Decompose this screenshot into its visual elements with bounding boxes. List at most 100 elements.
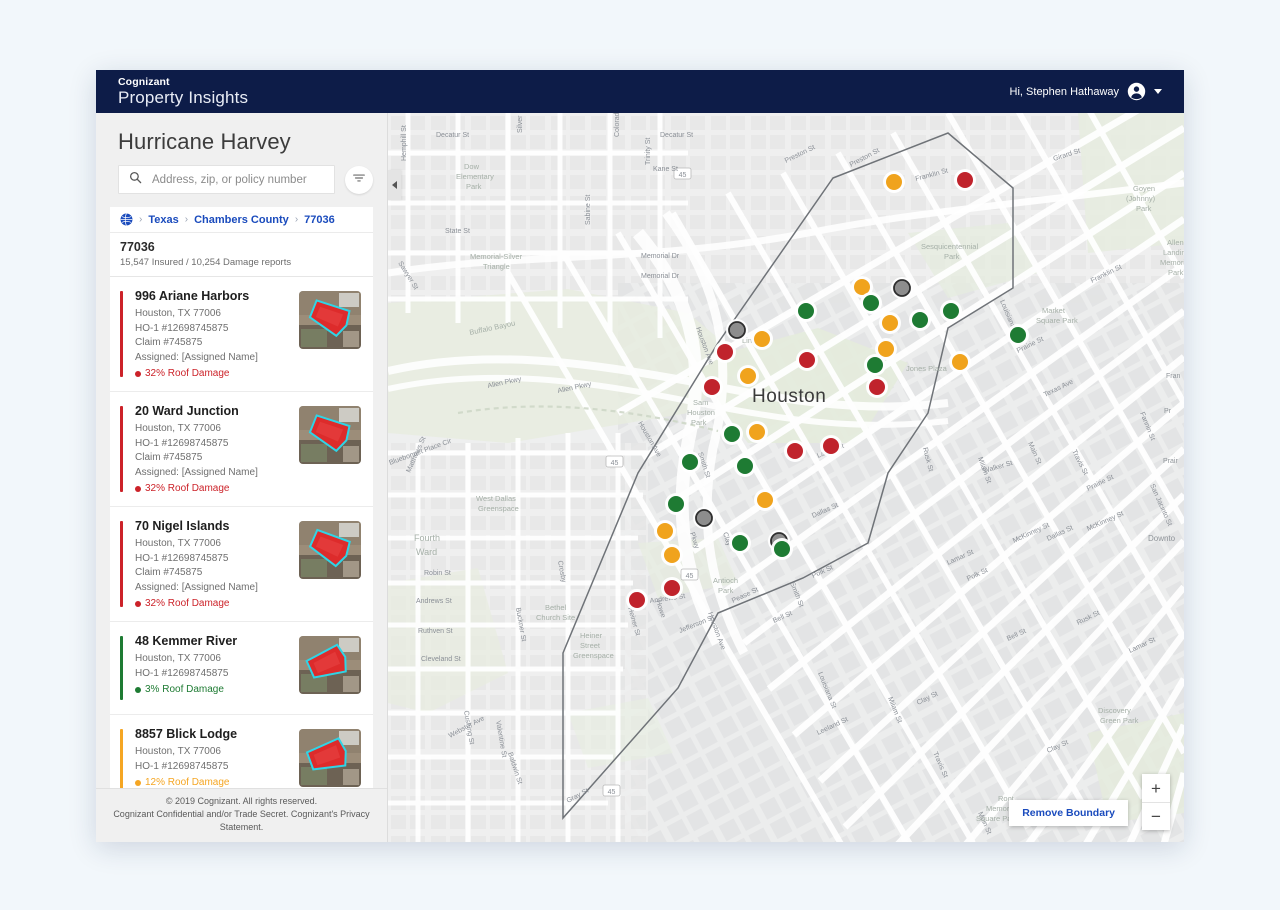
map-marker-red[interactable]	[866, 376, 888, 398]
property-card[interactable]: 996 Ariane Harbors Houston, TX 77006 HO-1 …	[110, 277, 373, 392]
filter-button[interactable]	[345, 165, 373, 194]
search-box[interactable]	[118, 165, 335, 194]
severity-dot-icon	[135, 370, 141, 377]
property-card[interactable]: 70 Nigel Islands Houston, TX 77006 HO-1 #1…	[110, 507, 373, 622]
property-assigned: Assigned: [Assigned Name]	[135, 466, 258, 478]
property-city: Houston, TX 77006	[135, 308, 221, 319]
svg-text:Sam: Sam	[693, 398, 708, 407]
map-marker-gray[interactable]	[693, 507, 715, 529]
svg-text:Downto: Downto	[1148, 534, 1176, 543]
severity-dot-icon	[135, 686, 141, 693]
map-pane[interactable]: 45 45 45 45 Hemphill St Decatur St Silve…	[388, 113, 1184, 842]
breadcrumb-item-state[interactable]: Texas	[148, 214, 178, 226]
severity-dot-icon	[135, 600, 141, 607]
svg-text:Memorial: Memorial	[1160, 258, 1184, 267]
severity-dot-icon	[135, 779, 141, 786]
map-marker-orange[interactable]	[654, 520, 676, 542]
breadcrumb-item-county[interactable]: Chambers County	[194, 214, 289, 226]
breadcrumb-item-zip[interactable]: 77036	[304, 214, 335, 226]
map-marker-green[interactable]	[909, 309, 931, 331]
map-marker-orange[interactable]	[875, 338, 897, 360]
map-marker-green[interactable]	[795, 300, 817, 322]
property-card-body: 48 Kemmer River Houston, TX 77006 HO-1 #12…	[135, 634, 299, 695]
svg-text:Park: Park	[1136, 204, 1152, 213]
svg-text:Triangle: Triangle	[483, 262, 510, 271]
map-marker-orange[interactable]	[737, 365, 759, 387]
svg-text:Allen: Allen	[1167, 238, 1184, 247]
sidebar-footer: © 2019 Cognizant. All rights reserved. C…	[96, 788, 387, 842]
map-marker-green[interactable]	[860, 292, 882, 314]
filter-icon	[352, 171, 366, 188]
map-marker-red[interactable]	[796, 349, 818, 371]
svg-text:Decatur St: Decatur St	[436, 132, 469, 139]
map-marker-green[interactable]	[734, 455, 756, 477]
svg-text:Goyen: Goyen	[1133, 184, 1155, 193]
search-input[interactable]	[150, 172, 324, 187]
zoom-in-button[interactable]: +	[1142, 774, 1170, 802]
map-marker-green[interactable]	[729, 532, 751, 554]
roof-thumbnail	[299, 729, 361, 787]
map-marker-orange[interactable]	[661, 544, 683, 566]
map-marker-green[interactable]	[679, 451, 701, 473]
svg-text:Church Site: Church Site	[536, 613, 575, 622]
map-marker-red[interactable]	[701, 376, 723, 398]
map-marker-red[interactable]	[626, 589, 648, 611]
map-canvas[interactable]: 45 45 45 45 Hemphill St Decatur St Silve…	[388, 113, 1184, 842]
map-marker-red[interactable]	[820, 435, 842, 457]
map-marker-orange[interactable]	[883, 171, 905, 193]
svg-text:(Johnny): (Johnny)	[1126, 194, 1156, 203]
svg-text:Sabine St: Sabine St	[585, 195, 592, 225]
zoom-controls: + −	[1142, 774, 1170, 830]
property-policy: HO-1 #12698745875	[135, 667, 229, 679]
map-marker-gray[interactable]	[891, 277, 913, 299]
property-card[interactable]: 48 Kemmer River Houston, TX 77006 HO-1 #12…	[110, 622, 373, 715]
map-marker-gray[interactable]	[726, 319, 748, 341]
severity-accent-bar	[120, 291, 123, 377]
map-marker-red[interactable]	[661, 577, 683, 599]
map-marker-orange[interactable]	[751, 328, 773, 350]
page-title: Hurricane Harvey	[118, 129, 291, 154]
svg-text:Greenspace: Greenspace	[573, 651, 614, 660]
breadcrumb: › Texas › Chambers County › 77036	[110, 207, 373, 233]
property-city: Houston, TX 77006	[135, 653, 221, 664]
svg-text:Park: Park	[466, 182, 482, 191]
damage-badge: 32% Roof Damage	[135, 368, 293, 379]
globe-icon[interactable]	[120, 213, 133, 226]
svg-text:Decatur St: Decatur St	[660, 132, 693, 139]
map-marker-orange[interactable]	[879, 312, 901, 334]
svg-text:Jones Plaza: Jones Plaza	[906, 364, 948, 373]
property-policy: HO-1 #12698745875	[135, 760, 229, 772]
map-marker-orange[interactable]	[754, 489, 776, 511]
svg-text:Park: Park	[691, 418, 707, 427]
map-marker-green[interactable]	[1007, 324, 1029, 346]
user-avatar-icon[interactable]	[1127, 82, 1146, 101]
remove-boundary-button[interactable]: Remove Boundary	[1009, 800, 1128, 826]
map-marker-orange[interactable]	[746, 421, 768, 443]
map-marker-red[interactable]	[954, 169, 976, 191]
damage-label: 32% Roof Damage	[145, 598, 230, 609]
damage-badge: 3% Roof Damage	[135, 684, 293, 695]
sidebar-collapse-handle[interactable]	[388, 170, 401, 200]
property-card[interactable]: 20 Ward Junction Houston, TX 77006 HO-1 #1…	[110, 392, 373, 507]
property-card-list[interactable]: 996 Ariane Harbors Houston, TX 77006 HO-1 …	[110, 277, 373, 842]
map-marker-green[interactable]	[940, 300, 962, 322]
map-marker-green[interactable]	[665, 493, 687, 515]
map-marker-red[interactable]	[784, 440, 806, 462]
zoom-out-button[interactable]: −	[1142, 802, 1170, 830]
chevron-down-icon[interactable]	[1154, 89, 1162, 94]
map-marker-orange[interactable]	[949, 351, 971, 373]
map-marker-green[interactable]	[721, 423, 743, 445]
map-marker-green[interactable]	[771, 538, 793, 560]
severity-accent-bar	[120, 729, 123, 793]
breadcrumb-separator-1: ›	[139, 214, 143, 225]
svg-text:Antioch: Antioch	[713, 576, 738, 585]
user-menu[interactable]: Hi, Stephen Hathaway	[1010, 82, 1162, 101]
svg-text:45: 45	[608, 789, 616, 796]
svg-text:Cleveland St: Cleveland St	[421, 656, 461, 663]
svg-text:Fran: Fran	[1166, 373, 1181, 380]
svg-text:Street: Street	[580, 641, 601, 650]
map-marker-red[interactable]	[714, 341, 736, 363]
severity-accent-bar	[120, 521, 123, 607]
svg-text:Fourth: Fourth	[414, 533, 440, 543]
svg-text:Market: Market	[1042, 306, 1066, 315]
